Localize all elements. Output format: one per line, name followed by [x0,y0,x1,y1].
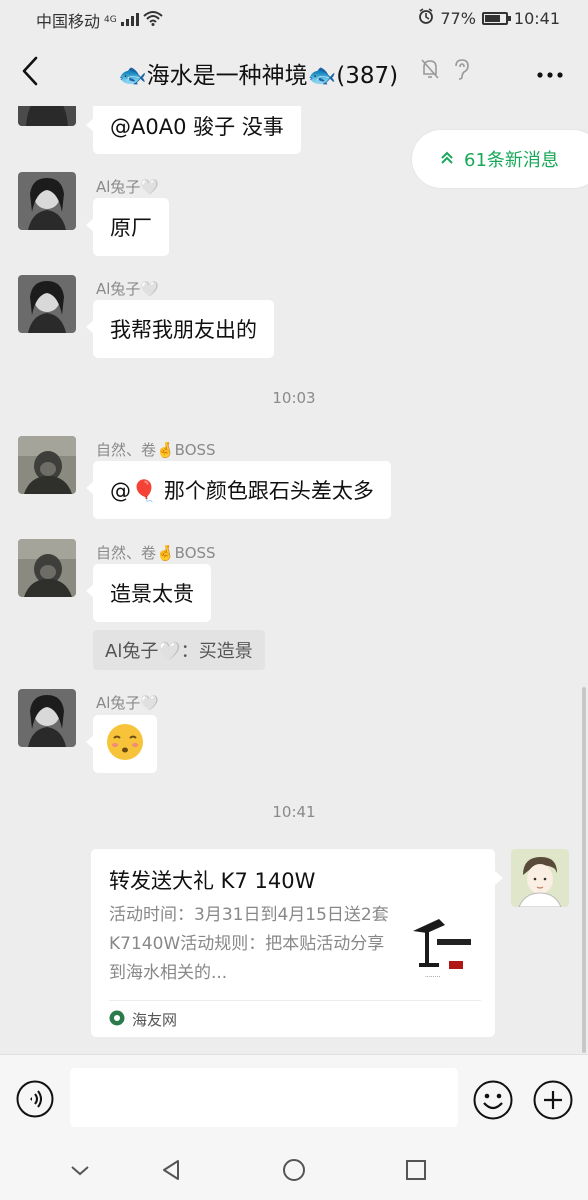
message-bubble[interactable]: @🎈 那个颜色跟石头差太多 [86,461,391,519]
double-chevron-up-icon [440,149,454,170]
status-bar: 中国移动 4G 77% 10:41 [0,0,588,36]
card-title: 转发送大礼 K7 140W [109,869,316,893]
card-thumbnail: ........ [405,909,477,981]
source-logo-icon [109,1010,125,1030]
plus-circle-icon[interactable] [533,1080,573,1120]
new-messages-button[interactable]: 61条新消息 [412,130,588,188]
emoji-message [105,722,145,767]
emoji-icon[interactable] [473,1080,513,1120]
alarm-icon [418,8,434,28]
chat-title: 🐟海水是一种神境🐟(387) [118,63,399,89]
divider [109,1000,481,1001]
message-text: 我帮我朋友出的 [110,318,257,342]
avatar[interactable] [511,849,569,907]
sender-name: Al兔子🤍 [96,178,160,196]
avatar[interactable] [18,689,76,747]
timestamp: 10:03 [272,389,316,407]
message-bubble[interactable]: @A0A0 骏子 没事 [86,106,301,154]
chat-header: 🐟海水是一种神境🐟(387) [0,36,588,106]
quoted-message[interactable]: Al兔子🤍：买造景 [93,630,265,670]
sender-name: Al兔子🤍 [96,694,160,712]
message-bubble[interactable]: 造景太贵 [86,564,211,622]
bell-off-icon [420,58,440,84]
chevron-left-icon[interactable] [16,54,46,88]
ear-icon [452,58,470,84]
input-bar [0,1054,588,1136]
card-source: 海友网 [132,1011,178,1029]
battery-fill [484,14,501,22]
carrier-label: 中国移动 [36,12,101,31]
sender-name: 自然、卷🤞BOSS [96,441,216,459]
back-triangle-icon[interactable] [158,1156,186,1184]
link-card[interactable]: 转发送大礼 K7 140W 活动时间：3月31日到4月15日送2套K7140W活… [91,849,503,1037]
message-text: @🎈 那个颜色跟石头差太多 [110,479,374,503]
message-bubble[interactable]: 😚 [86,715,157,773]
sender-name: 自然、卷🤞BOSS [96,544,216,562]
network-label: 4G [104,15,117,25]
scrollbar[interactable] [582,687,586,1053]
message-bubble[interactable]: 原厂 [86,198,169,256]
message-input[interactable] [70,1068,458,1127]
voice-icon[interactable] [16,1080,54,1118]
battery-percent: 77% [440,8,476,28]
more-dots-icon[interactable] [536,60,564,80]
message-text: 造景太贵 [110,582,194,606]
recents-square-icon[interactable] [402,1156,430,1184]
signal-icon [120,11,139,30]
wifi-icon [143,10,163,30]
message-text: 原厂 [110,216,152,240]
battery-icon [481,11,511,25]
sender-name: Al兔子🤍 [96,280,160,298]
message-text: @A0A0 骏子 没事 [110,115,284,139]
svg-text:........: ........ [425,972,440,979]
avatar[interactable] [18,275,76,333]
avatar[interactable] [18,106,76,126]
avatar[interactable] [18,172,76,230]
card-description: 活动时间：3月31日到4月15日送2套K7140W活动规则：把本贴活动分享到海水… [109,905,389,983]
timestamp: 10:41 [272,803,316,821]
new-messages-label: 61条新消息 [464,150,559,171]
avatar[interactable] [18,539,76,597]
avatar[interactable] [18,436,76,494]
clock: 10:41 [513,8,560,28]
home-circle-icon[interactable] [280,1156,308,1184]
chevron-down-icon[interactable] [66,1156,94,1184]
system-nav-bar [0,1136,588,1200]
message-bubble[interactable]: 我帮我朋友出的 [86,300,274,358]
